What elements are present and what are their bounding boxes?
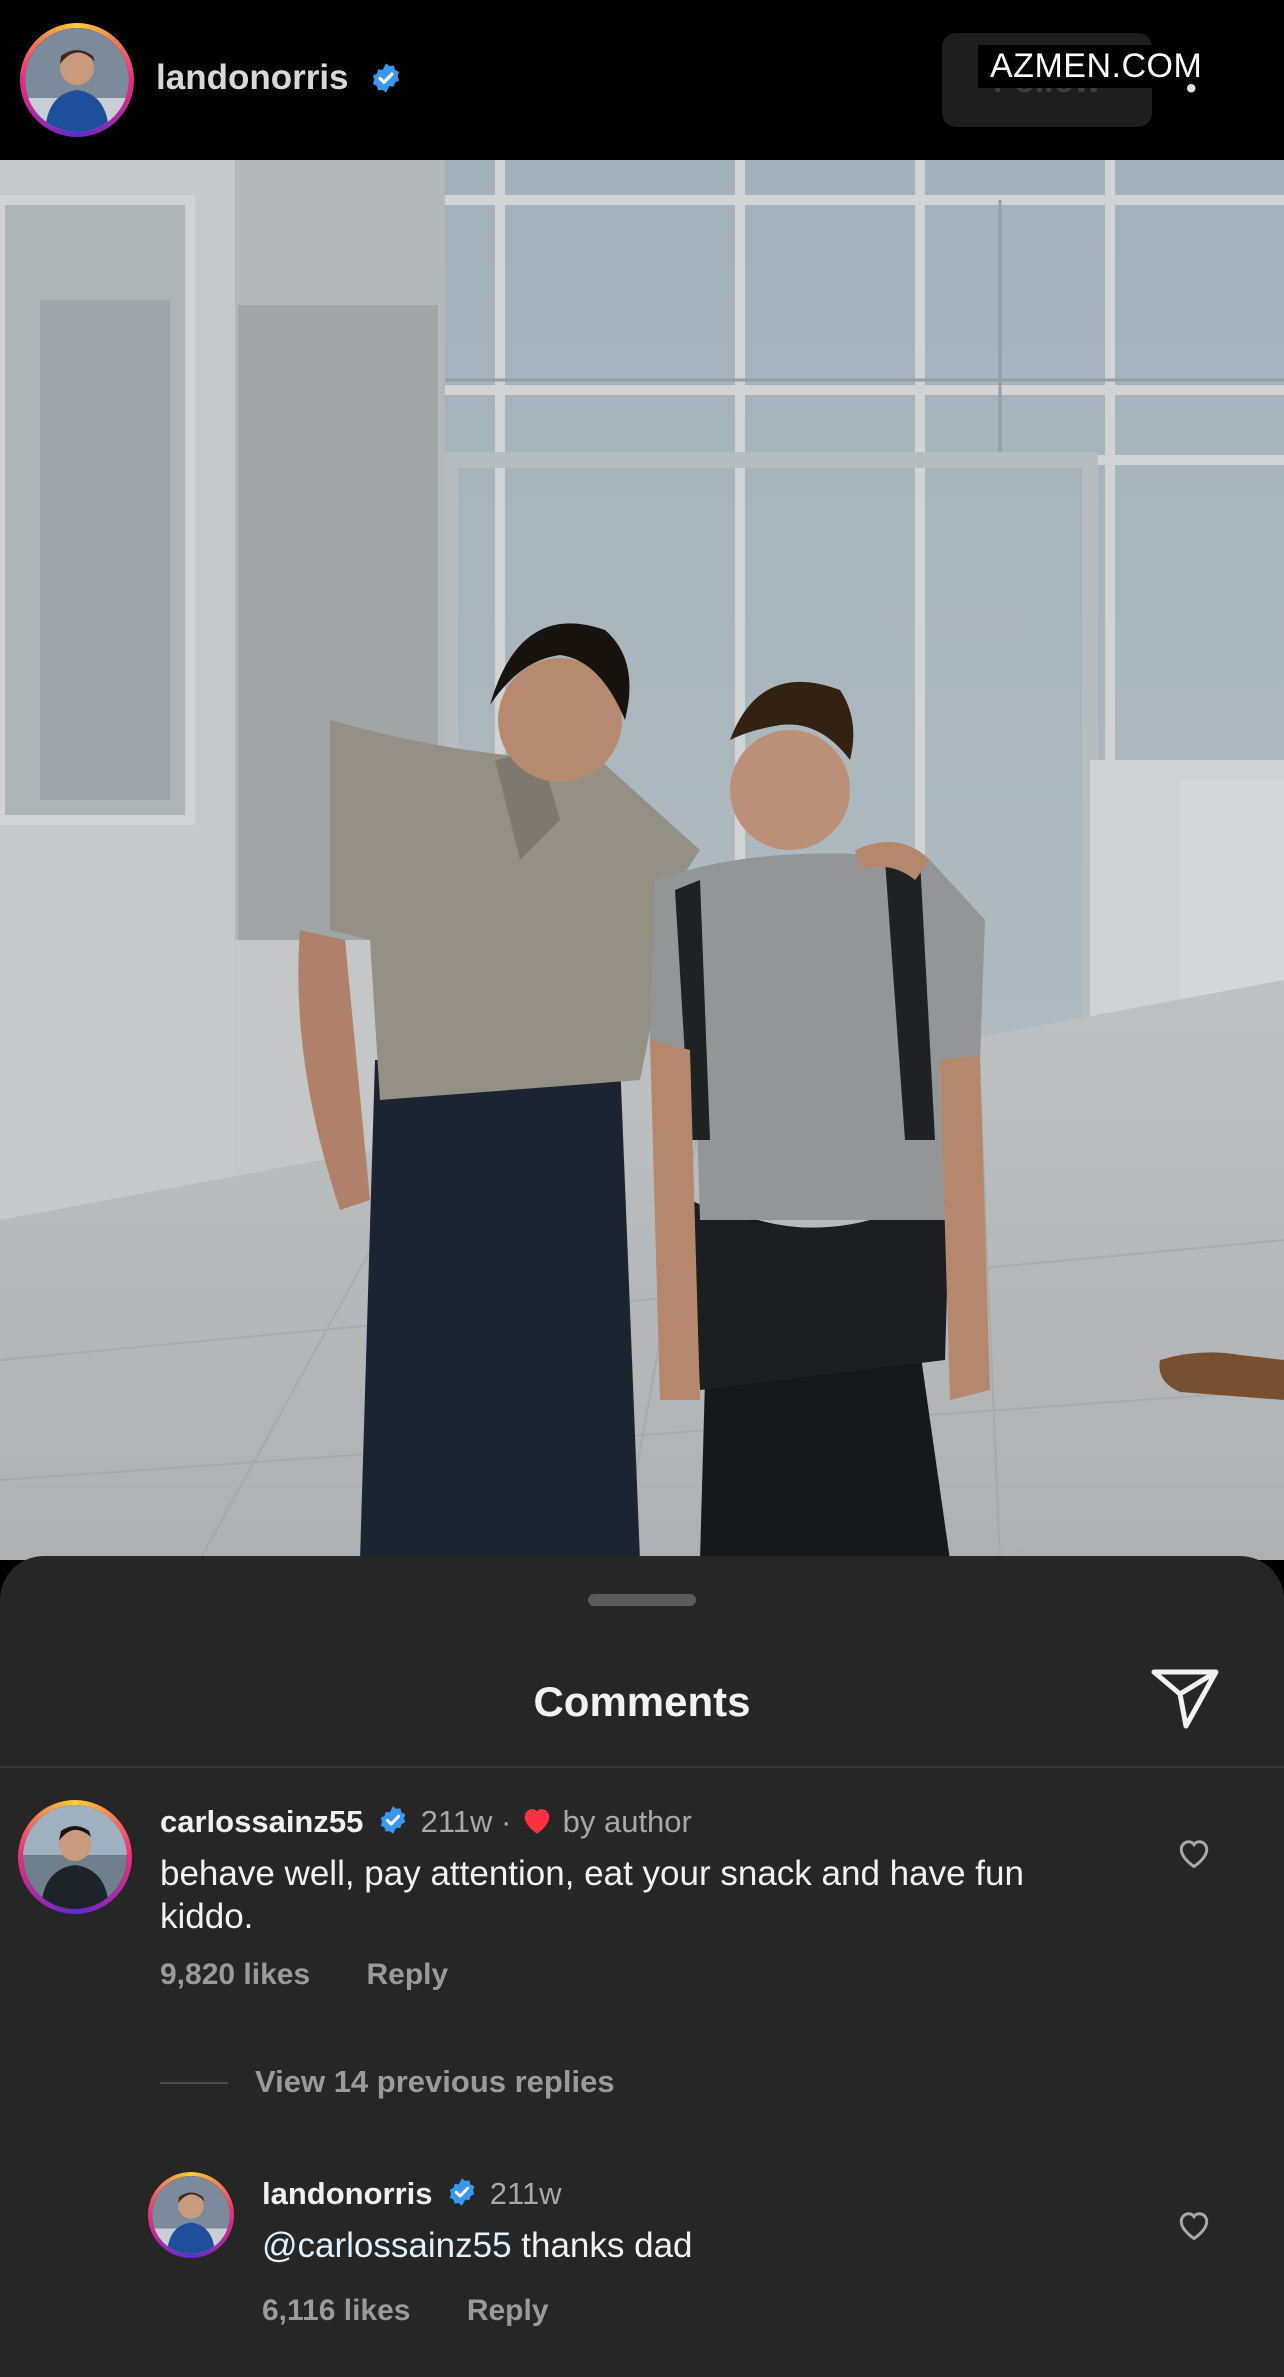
- reply-time: 211w: [489, 2176, 562, 2211]
- watermark: AZMEN.COM: [978, 45, 1215, 88]
- reply-meta: 6,116 likes Reply: [262, 2294, 597, 2328]
- comment-meta: 9,820 likes Reply: [160, 1958, 496, 1992]
- comment-text: behave well, pay attention, eat your sna…: [160, 1854, 1024, 1936]
- share-send-icon[interactable]: [1150, 1666, 1220, 1735]
- reply-username[interactable]: landonorris: [262, 2176, 433, 2211]
- post-author-username[interactable]: landonorris: [156, 58, 349, 98]
- separator-dot: ·: [501, 1804, 520, 1839]
- profile-avatar[interactable]: [20, 23, 134, 137]
- comments-sheet: Comments carlossainz55 211w · by author …: [0, 1556, 1284, 2377]
- reply-avatar[interactable]: [148, 2172, 234, 2258]
- comment-header: carlossainz55 211w · by author: [160, 1804, 692, 1843]
- post-header: landonorris Follow AZMEN.COM •: [0, 0, 1284, 160]
- verified-badge-icon: [378, 1805, 408, 1843]
- comment-time: 211w: [420, 1804, 493, 1839]
- replies-line: [160, 2082, 228, 2084]
- commenter-username[interactable]: carlossainz55: [160, 1804, 363, 1839]
- reply-header: landonorris 211w: [262, 2176, 562, 2215]
- comments-title: Comments: [533, 1678, 751, 1725]
- comment-likes[interactable]: 9,820 likes: [160, 1958, 310, 1991]
- like-reply-heart-icon[interactable]: [1176, 2208, 1212, 2247]
- heart-filled-icon: [520, 1805, 554, 1843]
- sheet-divider: [0, 1766, 1284, 1768]
- verified-badge-icon: [370, 62, 402, 99]
- mention-link[interactable]: @carlossainz55: [262, 2226, 512, 2265]
- reply-text: @carlossainz55 thanks dad: [262, 2224, 693, 2267]
- view-previous-replies-button[interactable]: View 14 previous replies: [255, 2064, 615, 2100]
- commenter-avatar[interactable]: [18, 1800, 132, 1914]
- verified-badge-icon: [447, 2177, 477, 2215]
- by-author-label: by author: [562, 1804, 692, 1839]
- reply-button[interactable]: Reply: [467, 2294, 549, 2327]
- post-photo[interactable]: [0, 160, 1284, 1560]
- reply-likes[interactable]: 6,116 likes: [262, 2294, 410, 2327]
- more-options-icon[interactable]: •: [1186, 72, 1203, 106]
- sheet-grabber[interactable]: [588, 1594, 696, 1606]
- reply-button[interactable]: Reply: [366, 1958, 448, 1991]
- like-comment-heart-icon[interactable]: [1176, 1836, 1212, 1875]
- reply-body: thanks dad: [511, 2226, 693, 2265]
